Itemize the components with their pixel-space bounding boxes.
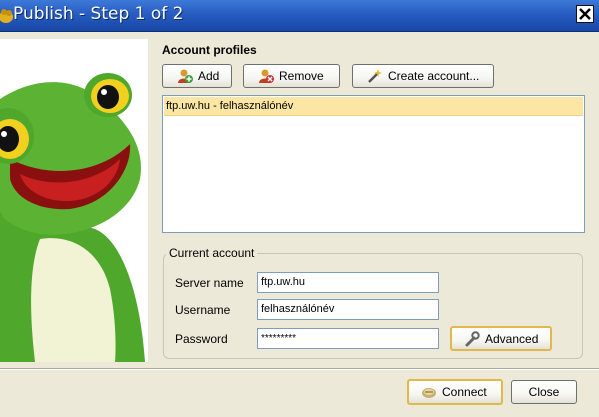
username-label: Username <box>175 303 231 317</box>
frog-mascot-image <box>0 39 148 362</box>
close-button[interactable]: Close <box>511 380 577 404</box>
wizard-icon <box>367 68 383 84</box>
password-label: Password <box>175 332 228 346</box>
frog-app-icon <box>0 9 13 23</box>
create-account-label: Create account... <box>388 69 480 83</box>
remove-user-icon <box>258 68 274 84</box>
window-title: Publish - Step 1 of 2 <box>13 4 184 24</box>
title-bar[interactable]: Publish - Step 1 of 2 <box>0 0 599 32</box>
profile-list[interactable]: ftp.uw.hu - felhasználónév <box>162 95 585 233</box>
close-label: Close <box>528 385 560 399</box>
password-input[interactable]: ********* <box>257 328 439 349</box>
username-input[interactable]: felhasználónév <box>257 299 439 320</box>
connect-label: Connect <box>442 385 487 399</box>
profile-label: ftp.uw.hu - felhasználónév <box>166 100 294 112</box>
connect-icon <box>421 384 437 400</box>
current-account-legend: Current account <box>166 246 258 260</box>
account-profiles-heading: Account profiles <box>162 43 257 57</box>
add-label: Add <box>198 69 220 83</box>
add-user-icon <box>177 68 193 84</box>
remove-profile-button[interactable]: Remove <box>243 64 340 88</box>
remove-label: Remove <box>279 69 324 83</box>
close-icon <box>579 8 591 20</box>
advanced-button[interactable]: Advanced <box>450 326 552 351</box>
connect-button[interactable]: Connect <box>407 379 503 405</box>
add-profile-button[interactable]: Add <box>162 64 232 88</box>
advanced-label: Advanced <box>485 331 539 346</box>
create-account-button[interactable]: Create account... <box>352 64 494 88</box>
server-name-input[interactable]: ftp.uw.hu <box>257 272 439 293</box>
server-name-label: Server name <box>175 276 244 290</box>
close-window-button[interactable] <box>576 5 594 23</box>
wrench-icon <box>464 330 480 347</box>
list-item[interactable]: ftp.uw.hu - felhasználónév <box>164 97 583 116</box>
footer-separator <box>0 368 599 370</box>
